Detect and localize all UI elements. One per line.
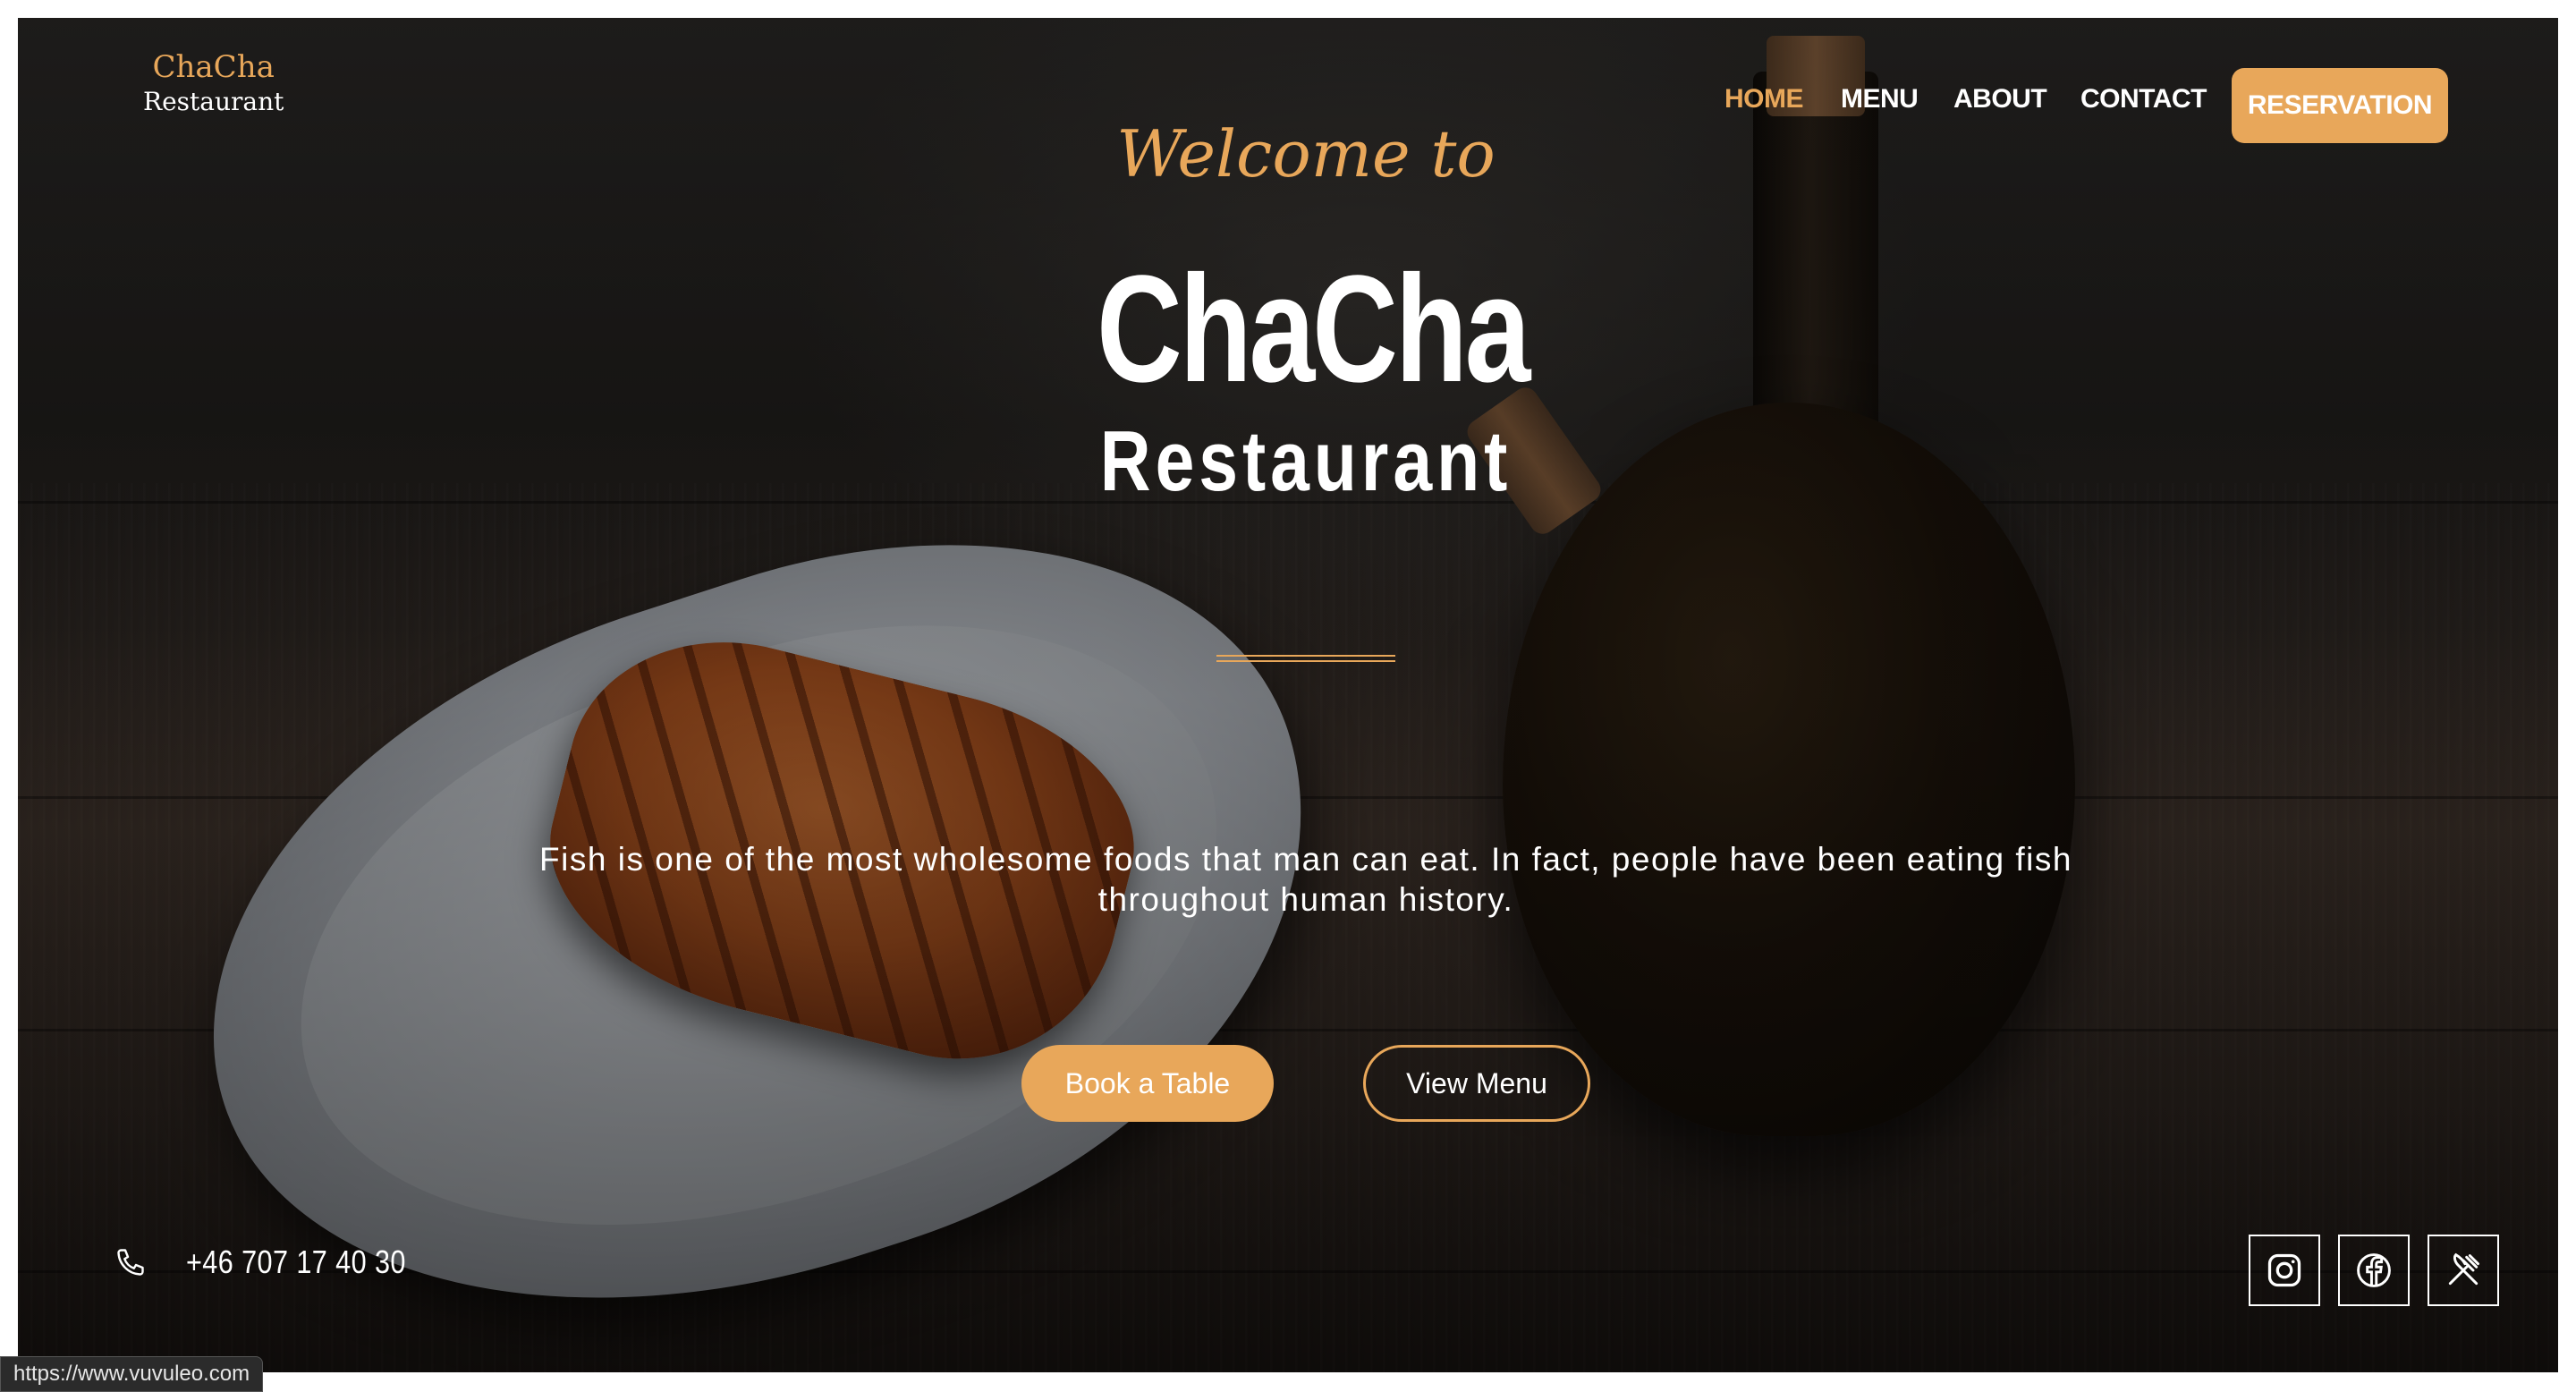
phone-contact[interactable]: +46 707 17 40 30 [114,1243,445,1281]
restaurant-link[interactable] [2428,1235,2499,1306]
instagram-link[interactable] [2249,1235,2320,1306]
fork-knife-icon [2448,1252,2479,1286]
hero-title-line-1: ChaCha [1097,244,1530,414]
nav-item-contact[interactable]: CONTACT [2080,84,2207,115]
nav-item-about[interactable]: ABOUT [1953,84,2047,115]
instagram-icon [2267,1253,2301,1287]
facebook-link[interactable] [2338,1235,2410,1306]
facebook-icon [2357,1253,2391,1287]
status-bar-url: https://www.vuvuleo.com [0,1356,264,1392]
nav-item-home[interactable]: HOME [1724,84,1804,115]
site-logo[interactable]: ChaCha Restaurant [143,48,284,118]
logo-line-1: ChaCha [152,49,275,85]
view-menu-button[interactable]: View Menu [1363,1045,1590,1122]
phone-icon [114,1246,147,1278]
nav-item-menu[interactable]: MENU [1841,84,1919,115]
hero-title-line-2: Restaurant [1099,413,1513,509]
dark-overlay [18,18,2558,1372]
logo-line-2: Restaurant [143,87,284,116]
book-table-button[interactable]: Book a Table [1021,1045,1274,1122]
hero-tagline: Fish is one of the most wholesome foods … [539,841,2072,918]
reservation-button[interactable]: RESERVATION [2232,68,2448,143]
title-divider [1216,655,1395,662]
hero-section: ChaCha Restaurant HOME MENU ABOUT CONTAC… [18,18,2558,1372]
welcome-text: Welcome to [1116,116,1496,191]
phone-number: +46 707 17 40 30 [186,1243,406,1280]
